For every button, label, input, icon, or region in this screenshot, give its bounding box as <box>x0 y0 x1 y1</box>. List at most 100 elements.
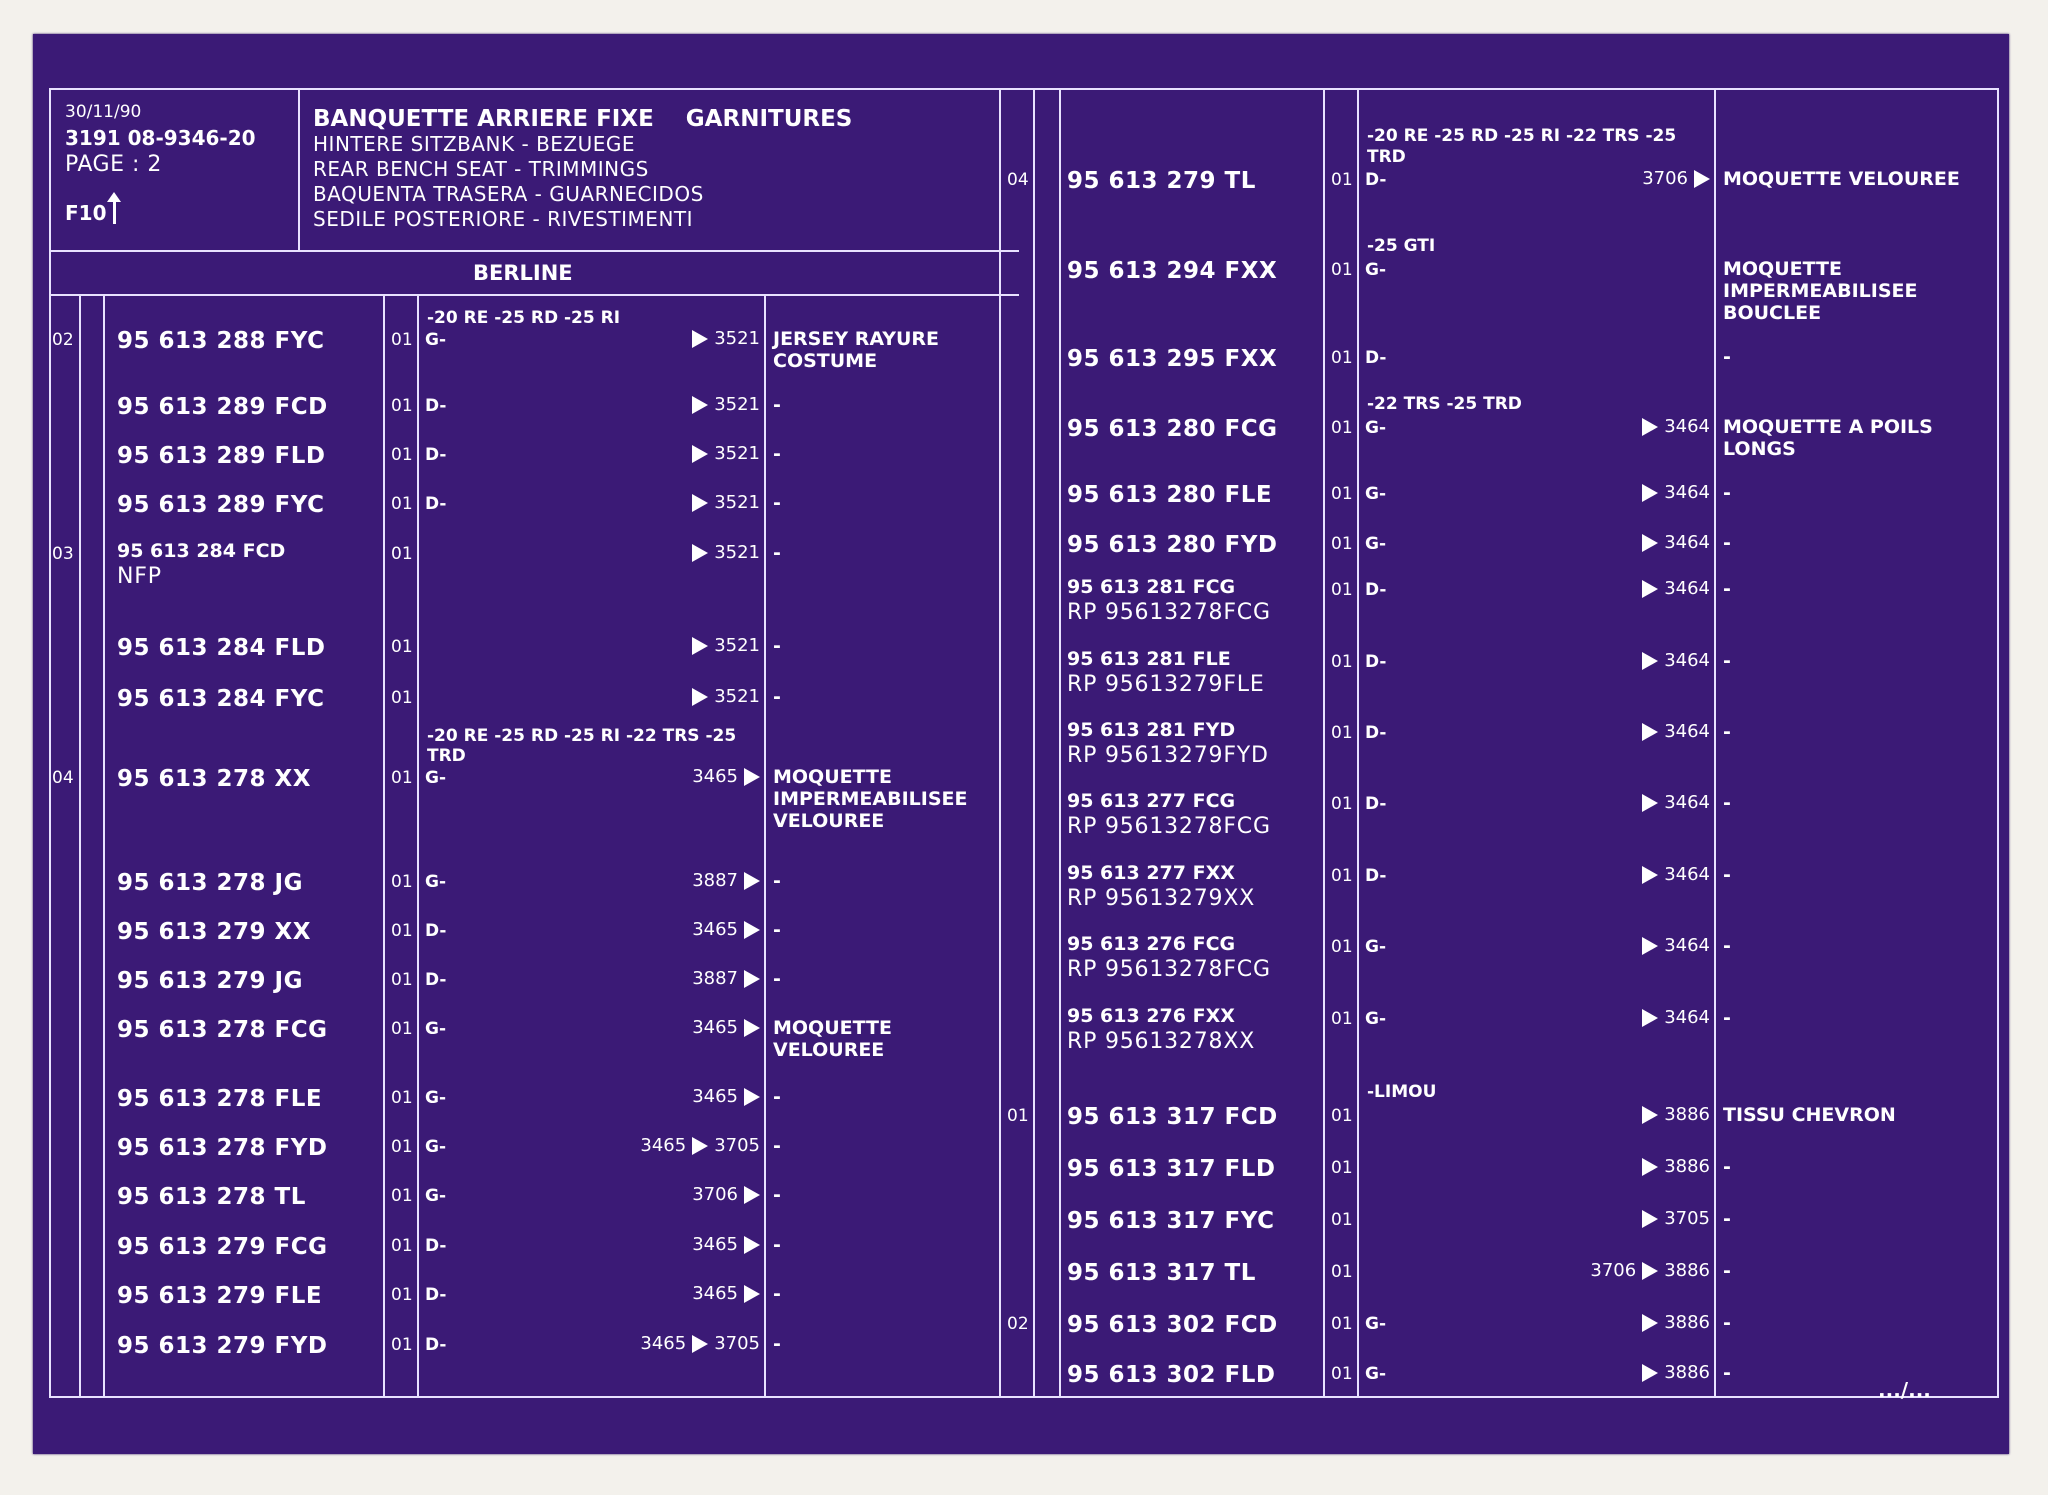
arrow-right-icon <box>744 1185 760 1204</box>
condition-note: -25 GTI <box>1367 236 1436 256</box>
side-code: D- <box>1365 794 1387 814</box>
panel-divider-3 <box>1059 88 1061 1398</box>
quantity: 01 <box>391 330 413 350</box>
ref-number-primary: 3706 <box>1642 168 1688 189</box>
quantity: 01 <box>1331 937 1353 957</box>
ref-numbers: 3465 <box>560 1234 760 1255</box>
figure-ref: 03 <box>52 544 74 564</box>
arrow-right-icon <box>1642 417 1659 436</box>
ref-number-primary: 3465 <box>640 1333 687 1354</box>
side-code: D- <box>425 396 447 416</box>
side-code: D- <box>425 921 447 941</box>
condition-note: -20 RE -25 RD -25 RI -22 TRS -25 TRD <box>427 726 737 766</box>
ref-numbers: 3464 <box>1510 864 1710 885</box>
part-number: 95 613 284 FCD <box>117 540 286 562</box>
part-note: RP 95613279XX <box>1067 886 1256 911</box>
description: - <box>1723 532 1731 554</box>
ref-numbers: 3464 <box>1510 482 1710 503</box>
part-note: RP 95613278FCG <box>1067 814 1271 839</box>
side-code: D- <box>425 1335 447 1355</box>
part-number: 95 613 289 FLD <box>117 443 326 469</box>
side-code: G- <box>1365 418 1387 438</box>
part-number: 95 613 294 FXX <box>1067 258 1278 284</box>
figure-ref: 02 <box>1007 1314 1029 1334</box>
condition-note: -22 TRS -25 TRD <box>1367 394 1522 414</box>
description: JERSEY RAYURE COSTUME <box>773 328 940 372</box>
ref-numbers: 3464 <box>1510 792 1710 813</box>
description: - <box>773 394 781 416</box>
ref-number-primary: 3465 <box>692 766 738 787</box>
arrow-right-icon <box>744 871 760 890</box>
ref-number-secondary: 3464 <box>1664 532 1710 553</box>
quantity: 01 <box>391 1285 413 1305</box>
ref-numbers: 3886 <box>1510 1156 1710 1177</box>
ref-numbers: 3465 3705 <box>560 1333 760 1354</box>
right-col-line-3 <box>1714 88 1716 1398</box>
side-code: G- <box>1365 1314 1387 1334</box>
quantity: 01 <box>391 494 413 514</box>
side-code: G- <box>425 1186 447 1206</box>
part-number: 95 613 279 TL <box>1067 168 1256 194</box>
ref-number-secondary: 3464 <box>1664 792 1710 813</box>
part-number: 95 613 280 FYD <box>1067 532 1278 558</box>
arrow-right-icon <box>1642 1105 1659 1124</box>
ref-numbers: 3706 3886 <box>1510 1260 1710 1281</box>
arrow-right-icon <box>744 969 760 988</box>
part-number: 95 613 281 FLE <box>1067 648 1231 670</box>
ref-number-primary: 3887 <box>692 968 738 989</box>
part-number: 95 613 277 FCG <box>1067 790 1236 812</box>
side-code: G- <box>425 1088 447 1108</box>
quantity: 01 <box>1331 723 1353 743</box>
quantity: 01 <box>391 637 413 657</box>
ref-numbers: 3465 <box>560 1017 760 1038</box>
part-number: 95 613 276 FCG <box>1067 933 1236 955</box>
description: - <box>773 443 781 465</box>
description: - <box>773 968 781 990</box>
side-code: G- <box>1365 534 1387 554</box>
part-number: 95 613 317 TL <box>1067 1260 1256 1286</box>
description: MOQUETTE IMPERMEABILISEE BOUCLEE <box>1723 258 1918 324</box>
part-number: 95 613 289 FCD <box>117 394 328 420</box>
header-page: PAGE : 2 <box>65 152 162 177</box>
description: - <box>773 1333 781 1355</box>
side-code: D- <box>1365 580 1387 600</box>
part-number: 95 613 278 JG <box>117 870 303 896</box>
quantity: 01 <box>391 1088 413 1108</box>
ref-numbers: 3464 <box>1510 578 1710 599</box>
ref-number-secondary: 3705 <box>714 1135 760 1156</box>
ref-numbers: 3886 <box>1510 1312 1710 1333</box>
ref-number-secondary: 3521 <box>714 394 760 415</box>
figure-ref: 01 <box>1007 1106 1029 1126</box>
part-number: 95 613 280 FLE <box>1067 482 1273 508</box>
description: - <box>773 1283 781 1305</box>
left-col-line-3 <box>383 294 385 1398</box>
arrow-right-icon <box>1642 483 1659 502</box>
side-code: D- <box>1365 723 1387 743</box>
part-number: 95 613 288 FYC <box>117 328 325 354</box>
description: - <box>773 686 781 708</box>
description: - <box>773 1184 781 1206</box>
quantity: 01 <box>391 1186 413 1206</box>
arrow-right-icon <box>1642 533 1659 552</box>
part-note: RP 95613279FLE <box>1067 672 1265 697</box>
ref-numbers: 3886 <box>1510 1104 1710 1125</box>
arrow-right-icon <box>1642 579 1659 598</box>
part-number: 95 613 278 XX <box>117 766 312 792</box>
ref-numbers: 3465 <box>560 919 760 940</box>
part-number: 95 613 280 FCG <box>1067 416 1278 442</box>
ref-number-secondary: 3886 <box>1664 1260 1710 1281</box>
description: - <box>773 1234 781 1256</box>
ref-numbers: 3464 <box>1510 935 1710 956</box>
left-col-line-2 <box>103 294 105 1398</box>
title-en: REAR BENCH SEAT - TRIMMINGS <box>313 157 649 181</box>
ref-numbers: 3464 <box>1510 721 1710 742</box>
description: - <box>1723 721 1731 743</box>
part-number: 95 613 279 JG <box>117 968 303 994</box>
right-col-line-1 <box>1323 88 1325 1398</box>
ref-number-primary: 3465 <box>692 1017 738 1038</box>
ref-numbers: 3464 <box>1510 1007 1710 1028</box>
quantity: 01 <box>391 1019 413 1039</box>
part-number: 95 613 279 FCG <box>117 1234 328 1260</box>
side-code: D- <box>1365 348 1387 368</box>
ref-number-secondary: 3521 <box>714 328 760 349</box>
